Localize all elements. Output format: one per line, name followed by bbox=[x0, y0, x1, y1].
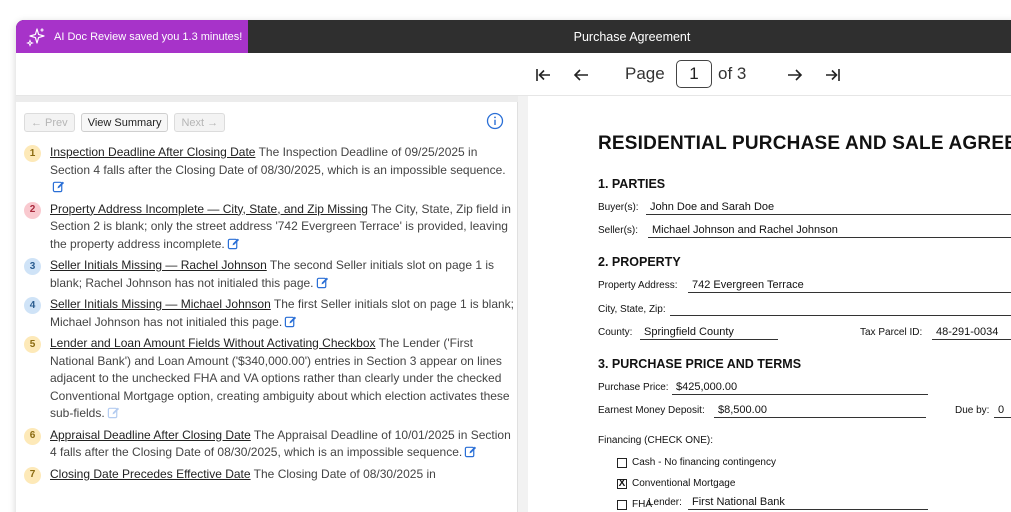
tax-parcel-value: 48-291-0034 bbox=[936, 326, 999, 338]
tax-parcel-underline bbox=[932, 339, 1011, 340]
financing-label: Financing (CHECK ONE): bbox=[598, 435, 714, 446]
lender-value: First National Bank bbox=[692, 496, 785, 508]
section-parties-heading: 1. PARTIES bbox=[598, 177, 666, 191]
edit-icon[interactable] bbox=[464, 445, 477, 458]
issue-title-link[interactable]: Seller Initials Missing — Michael Johnso… bbox=[50, 297, 271, 311]
price-underline bbox=[672, 394, 928, 395]
app-window: AI Doc Review saved you 1.3 minutes! Pur… bbox=[16, 20, 1011, 512]
issue-title-link[interactable]: Seller Initials Missing — Rachel Johnson bbox=[50, 258, 267, 272]
issue-item[interactable]: 3 Seller Initials Missing — Rachel Johnso… bbox=[24, 257, 514, 292]
buyer-underline bbox=[646, 214, 1011, 215]
next-page-button[interactable] bbox=[782, 62, 808, 88]
issue-title-link[interactable]: Inspection Deadline After Closing Date bbox=[50, 145, 255, 159]
conventional-checkbox[interactable]: X bbox=[617, 479, 627, 489]
due-by-label: Due by: bbox=[955, 405, 990, 416]
lender-label: Lender: bbox=[648, 497, 682, 508]
issue-number-badge: 6 bbox=[24, 427, 41, 445]
review-panel: ← Prev View Summary Next → 1 Inspection D… bbox=[16, 96, 518, 512]
issue-number-badge: 7 bbox=[24, 466, 41, 484]
purchase-price-value: $425,000.00 bbox=[676, 381, 738, 393]
issue-item[interactable]: 4 Seller Initials Missing — Michael Johns… bbox=[24, 296, 514, 331]
seller-value: Michael Johnson and Rachel Johnson bbox=[652, 224, 838, 236]
lender-underline bbox=[688, 509, 928, 510]
earnest-underline bbox=[714, 417, 926, 418]
issue-number-badge: 2 bbox=[24, 201, 41, 219]
section-price-heading: 3. PURCHASE PRICE AND TERMS bbox=[598, 357, 802, 371]
cash-checkbox[interactable] bbox=[617, 458, 627, 468]
property-address-value: 742 Evergreen Terrace bbox=[692, 279, 804, 291]
city-state-zip-underline bbox=[670, 315, 1011, 316]
first-page-button[interactable] bbox=[530, 62, 556, 88]
last-page-button[interactable] bbox=[820, 62, 846, 88]
last-page-icon bbox=[826, 69, 840, 81]
tax-parcel-label: Tax Parcel ID: bbox=[860, 327, 923, 338]
title-bar: AI Doc Review saved you 1.3 minutes! Pur… bbox=[16, 20, 1011, 53]
document-page: RESIDENTIAL PURCHASE AND SALE AGREEM 1. … bbox=[528, 96, 1011, 512]
next-issue-button[interactable]: Next → bbox=[174, 113, 226, 132]
property-address-label: Property Address: bbox=[598, 280, 678, 291]
first-page-icon bbox=[536, 69, 550, 81]
buyer-value: John Doe and Sarah Doe bbox=[650, 201, 775, 213]
ai-review-banner[interactable]: AI Doc Review saved you 1.3 minutes! bbox=[16, 20, 248, 53]
issue-item[interactable]: 1 Inspection Deadline After Closing Date … bbox=[24, 144, 514, 197]
issue-item[interactable]: 2 Property Address Incomplete — City, Sta… bbox=[24, 201, 514, 254]
page-label: Page bbox=[625, 64, 665, 83]
issue-number-badge: 5 bbox=[24, 336, 41, 353]
document-title: Purchase Agreement bbox=[573, 29, 691, 44]
cash-option-label: Cash - No financing contingency bbox=[632, 457, 776, 468]
review-toolbar: ← Prev View Summary Next → bbox=[24, 113, 226, 133]
county-label: County: bbox=[598, 327, 633, 338]
edit-icon[interactable] bbox=[316, 276, 329, 289]
buyer-label: Buyer(s): bbox=[598, 202, 639, 213]
city-state-zip-label: City, State, Zip: bbox=[598, 304, 666, 315]
info-icon[interactable] bbox=[486, 112, 504, 130]
conventional-option-label: Conventional Mortgage bbox=[632, 478, 736, 489]
panel-divider bbox=[16, 96, 518, 102]
edit-icon[interactable] bbox=[52, 180, 65, 193]
issue-list: 1 Inspection Deadline After Closing Date … bbox=[24, 144, 514, 487]
previous-page-button[interactable] bbox=[568, 62, 594, 88]
county-value: Springfield County bbox=[644, 326, 734, 338]
section-property-heading: 2. PROPERTY bbox=[598, 255, 681, 269]
ai-banner-text: AI Doc Review saved you 1.3 minutes! bbox=[54, 30, 243, 43]
issue-title-link[interactable]: Property Address Incomplete — City, Stat… bbox=[50, 202, 368, 216]
sparkle-icon bbox=[26, 27, 45, 47]
seller-underline bbox=[648, 237, 1011, 238]
issue-item[interactable]: 6 Appraisal Deadline After Closing Date T… bbox=[24, 427, 514, 462]
document-heading: RESIDENTIAL PURCHASE AND SALE AGREEM bbox=[598, 133, 1011, 154]
document-viewer: RESIDENTIAL PURCHASE AND SALE AGREEM 1. … bbox=[518, 96, 1011, 512]
seller-label: Seller(s): bbox=[598, 225, 639, 236]
due-by-underline bbox=[994, 417, 1011, 418]
page-navigation-bar: Page of 3 bbox=[16, 53, 1011, 96]
issue-title-link[interactable]: Appraisal Deadline After Closing Date bbox=[50, 428, 251, 442]
issue-title-link[interactable]: Lender and Loan Amount Fields Without Ac… bbox=[50, 336, 376, 350]
edit-icon[interactable] bbox=[284, 315, 297, 328]
fha-checkbox[interactable] bbox=[617, 500, 627, 510]
earnest-money-label: Earnest Money Deposit: bbox=[598, 405, 705, 416]
page-number-input[interactable] bbox=[676, 60, 712, 88]
page-count: of 3 bbox=[718, 64, 747, 83]
arrow-right-icon bbox=[788, 69, 803, 81]
issue-number-badge: 4 bbox=[24, 297, 41, 314]
arrow-left-icon bbox=[573, 69, 588, 81]
purchase-price-label: Purchase Price: bbox=[598, 382, 669, 393]
county-underline bbox=[640, 339, 778, 340]
issue-number-badge: 3 bbox=[24, 258, 41, 275]
issue-title-link[interactable]: Closing Date Precedes Effective Date bbox=[50, 467, 251, 481]
issue-item[interactable]: 5 Lender and Loan Amount Fields Without A… bbox=[24, 335, 514, 423]
prev-issue-button[interactable]: ← Prev bbox=[24, 113, 75, 132]
due-by-value: 0 bbox=[998, 404, 1005, 416]
view-summary-button[interactable]: View Summary bbox=[80, 113, 169, 132]
earnest-money-value: $8,500.00 bbox=[718, 404, 767, 416]
edit-icon[interactable] bbox=[227, 237, 240, 250]
issue-item[interactable]: 7 Closing Date Precedes Effective Date Th… bbox=[24, 466, 514, 484]
edit-icon[interactable] bbox=[107, 406, 120, 419]
issue-description: The Closing Date of 08/30/2025 in bbox=[250, 466, 436, 481]
issue-number-badge: 1 bbox=[24, 145, 41, 162]
address-underline bbox=[688, 292, 1011, 293]
